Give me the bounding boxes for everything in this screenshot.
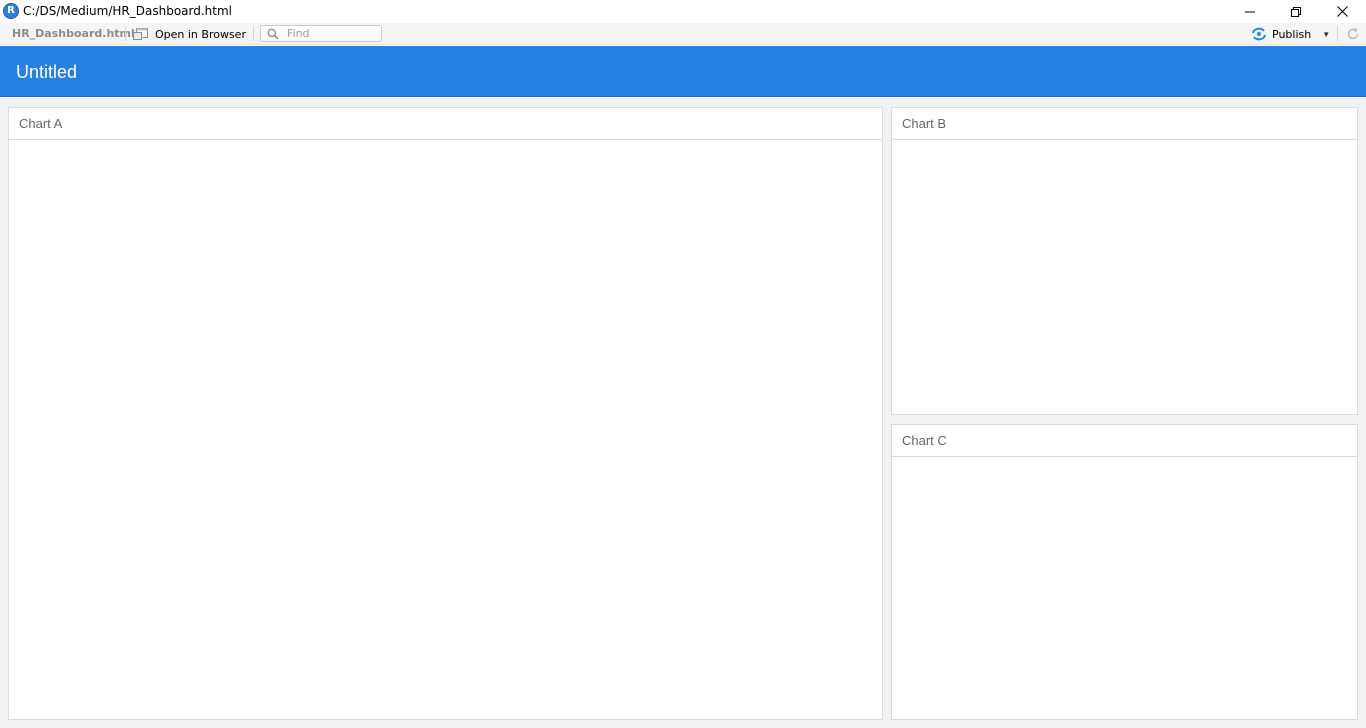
browser-window-icon xyxy=(133,28,148,40)
chart-c-title: Chart C xyxy=(892,425,1357,457)
chart-a-card: Chart A xyxy=(8,107,883,720)
window-title: C:/DS/Medium/HR_Dashboard.html xyxy=(23,4,233,18)
open-in-browser-label: Open in Browser xyxy=(155,27,246,41)
app-icon-letter: R xyxy=(7,5,15,16)
minimize-button[interactable] xyxy=(1227,0,1273,23)
dashboard-body: Chart A Chart B Chart C xyxy=(0,97,1366,728)
toolbar-divider xyxy=(1337,26,1338,41)
close-icon xyxy=(1336,6,1348,17)
close-button[interactable] xyxy=(1319,0,1365,23)
minimize-icon xyxy=(1245,11,1255,12)
chart-b-title: Chart B xyxy=(892,108,1357,140)
find-input[interactable] xyxy=(287,27,377,40)
toolbar-divider xyxy=(253,26,254,41)
refresh-icon xyxy=(1347,28,1359,40)
rstudio-icon: R xyxy=(3,3,19,19)
publish-button[interactable]: Publish ▼ xyxy=(1251,24,1330,44)
open-in-browser-button[interactable]: Open in Browser xyxy=(133,24,246,44)
find-box xyxy=(260,25,382,42)
refresh-button[interactable] xyxy=(1344,25,1362,43)
publish-icon xyxy=(1252,27,1266,41)
chevron-down-icon[interactable]: ▼ xyxy=(1322,30,1330,39)
chart-c-card: Chart C xyxy=(891,424,1358,720)
restore-icon xyxy=(1291,6,1301,17)
viewer-toolbar: HR_Dashboard.html Open in Browser Publis… xyxy=(0,23,1366,45)
dashboard-title: Untitled xyxy=(16,62,78,82)
chart-b-card: Chart B xyxy=(891,107,1358,415)
toolbar-divider xyxy=(125,26,126,41)
chart-a-title: Chart A xyxy=(9,108,882,140)
window-titlebar: R C:/DS/Medium/HR_Dashboard.html xyxy=(0,0,1366,23)
dashboard-navbar: Untitled xyxy=(0,46,1366,97)
restore-button[interactable] xyxy=(1273,0,1319,23)
file-name-label: HR_Dashboard.html xyxy=(12,27,135,40)
publish-label: Publish xyxy=(1272,27,1312,41)
search-icon xyxy=(266,27,280,41)
